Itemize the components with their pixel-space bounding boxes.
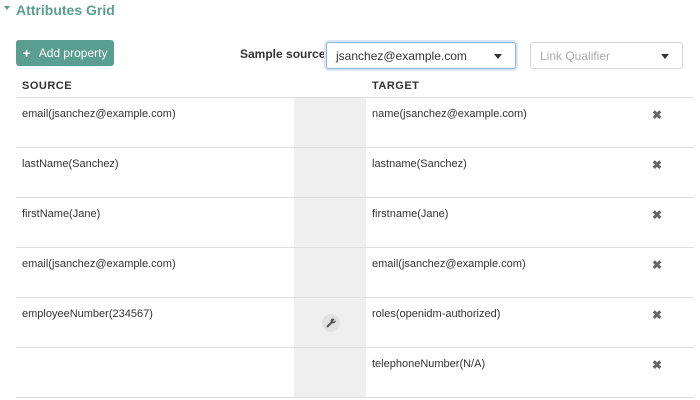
add-property-button[interactable]: + Add property bbox=[16, 40, 114, 66]
target-cell: name(jsanchez@example.com) bbox=[372, 108, 527, 120]
table-row[interactable]: telephoneNumber(N/A) ✖ bbox=[16, 348, 694, 398]
source-cell: employeeNumber(234567) bbox=[22, 308, 153, 320]
transform-cell bbox=[294, 98, 366, 147]
transform-header bbox=[294, 72, 366, 97]
sample-source-label: Sample source.: bbox=[240, 47, 333, 61]
table-row[interactable]: email(jsanchez@example.com) email(jsanch… bbox=[16, 248, 694, 298]
table-row[interactable]: employeeNumber(234567) roles(openidm-aut… bbox=[16, 298, 694, 348]
source-cell: firstName(Jane) bbox=[22, 208, 101, 220]
wrench-icon[interactable] bbox=[322, 314, 340, 332]
close-icon[interactable]: ✖ bbox=[652, 158, 662, 172]
close-icon[interactable]: ✖ bbox=[652, 108, 662, 122]
table-row[interactable]: email(jsanchez@example.com) name(jsanche… bbox=[16, 98, 694, 148]
source-cell: email(jsanchez@example.com) bbox=[22, 258, 176, 270]
transform-cell bbox=[294, 148, 366, 197]
grid-header: SOURCE TARGET bbox=[16, 72, 694, 98]
target-cell: lastname(Sanchez) bbox=[372, 158, 467, 170]
link-qualifier-placeholder: Link Qualifier bbox=[540, 48, 611, 63]
target-cell: firstname(Jane) bbox=[372, 208, 449, 220]
close-icon[interactable]: ✖ bbox=[652, 308, 662, 322]
source-cell bbox=[16, 348, 294, 397]
close-icon[interactable]: ✖ bbox=[652, 258, 662, 272]
link-qualifier-select[interactable]: Link Qualifier bbox=[530, 42, 683, 69]
transform-cell bbox=[294, 298, 366, 347]
sample-source-value: jsanchez@example.com bbox=[336, 48, 467, 63]
source-header: SOURCE bbox=[22, 80, 73, 92]
section-toggle[interactable]: Attributes Grid bbox=[4, 1, 115, 19]
add-property-label: Add property bbox=[38, 46, 108, 60]
table-row[interactable]: firstName(Jane) firstname(Jane) ✖ bbox=[16, 198, 694, 248]
target-header: TARGET bbox=[372, 80, 420, 92]
transform-cell bbox=[294, 198, 366, 247]
sample-source-select[interactable]: jsanchez@example.com bbox=[326, 42, 516, 69]
close-icon[interactable]: ✖ bbox=[652, 358, 662, 372]
chevron-down-icon bbox=[494, 54, 502, 59]
source-cell: lastName(Sanchez) bbox=[22, 158, 119, 170]
caret-down-icon bbox=[4, 6, 10, 10]
attributes-grid: SOURCE TARGET email(jsanchez@example.com… bbox=[16, 72, 694, 398]
target-cell: roles(openidm-authorized) bbox=[372, 308, 501, 320]
target-cell: telephoneNumber(N/A) bbox=[372, 358, 486, 370]
plus-icon: + bbox=[22, 45, 31, 61]
transform-cell bbox=[294, 248, 366, 297]
wrench-icon-glyph bbox=[326, 318, 336, 328]
target-cell: email(jsanchez@example.com) bbox=[372, 258, 526, 270]
section-title: Attributes Grid bbox=[16, 2, 115, 18]
chevron-down-icon bbox=[661, 54, 669, 59]
close-icon[interactable]: ✖ bbox=[652, 208, 662, 222]
transform-cell bbox=[294, 348, 366, 397]
table-row[interactable]: lastName(Sanchez) lastname(Sanchez) ✖ bbox=[16, 148, 694, 198]
source-cell: email(jsanchez@example.com) bbox=[22, 108, 176, 120]
